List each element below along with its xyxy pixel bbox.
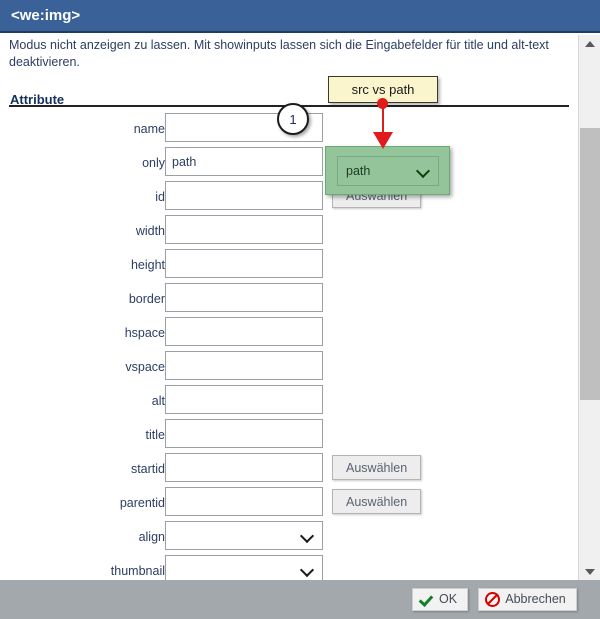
form-row: height — [0, 249, 578, 283]
form-row-label: border — [128, 292, 165, 306]
form-row-label: width — [135, 224, 165, 238]
form-row-input-border[interactable] — [165, 283, 323, 312]
form-row-label: vspace — [125, 360, 165, 374]
form-row: title — [0, 419, 578, 453]
form-row-input-hspace[interactable] — [165, 317, 323, 346]
form-row-label: alt — [151, 394, 165, 408]
form-row-label: align — [138, 530, 165, 544]
ok-button[interactable]: OK — [412, 588, 468, 611]
cancel-button-label: Abbrechen — [505, 592, 566, 606]
triangle-up-icon[interactable] — [579, 35, 600, 52]
chevron-down-icon — [301, 530, 314, 543]
form-row-label: height — [130, 258, 165, 272]
cancel-button[interactable]: Abbrechen — [478, 588, 577, 611]
dialog-window: <we:img> Modus nicht anzeigen zu lassen.… — [0, 0, 600, 619]
form-row: vspace — [0, 351, 578, 385]
chevron-down-icon — [301, 564, 314, 577]
scrollbar-thumb[interactable] — [580, 128, 600, 400]
form-row: hspace — [0, 317, 578, 351]
form-row-input-vspace[interactable] — [165, 351, 323, 380]
annotation-badge-1: 1 — [277, 103, 309, 135]
ban-icon — [485, 592, 500, 607]
dialog-title: <we:img> — [11, 7, 81, 24]
form-row-input-id[interactable] — [165, 181, 323, 210]
form-row-input-parentid[interactable] — [165, 487, 323, 516]
select-button-parentid[interactable]: Auswählen — [332, 489, 422, 514]
intro-text: Modus nicht anzeigen zu lassen. Mit show… — [9, 38, 549, 69]
attribute-form: nameonlyidAuswählenwidthheightborderhspa… — [0, 113, 578, 580]
chevron-down-icon — [417, 165, 430, 178]
highlighted-select-path[interactable]: path — [337, 156, 439, 186]
form-row-label: thumbnail — [110, 564, 165, 578]
dialog-footer: OK Abbrechen — [0, 580, 600, 619]
form-row: startid Auswählen — [0, 453, 578, 487]
form-row-input-only[interactable] — [165, 147, 323, 176]
form-row-input-startid[interactable] — [165, 453, 323, 482]
highlighted-select-value: path — [346, 164, 371, 178]
form-row-label: id — [155, 190, 165, 204]
form-row: only — [0, 147, 578, 181]
form-row-select-thumbnail[interactable] — [165, 555, 323, 580]
form-row-input-alt[interactable] — [165, 385, 323, 414]
form-row: border — [0, 283, 578, 317]
form-row-input-title[interactable] — [165, 419, 323, 448]
annotation-arrow-dot — [377, 98, 388, 109]
form-row-label: hspace — [124, 326, 165, 340]
form-row-input-height[interactable] — [165, 249, 323, 278]
form-row-label: startid — [130, 462, 165, 476]
form-row-label: parentid — [119, 496, 165, 510]
form-row: parentid Auswählen — [0, 487, 578, 521]
form-row: id Auswählen — [0, 181, 578, 215]
form-row-label: title — [145, 428, 165, 442]
vertical-scrollbar[interactable] — [578, 35, 600, 580]
form-row-input-width[interactable] — [165, 215, 323, 244]
form-row-label: only — [142, 156, 165, 170]
form-row: thumbnail — [0, 555, 578, 580]
form-row: alt — [0, 385, 578, 419]
section-title: Attribute — [10, 92, 65, 107]
ok-button-label: OK — [439, 592, 458, 606]
dialog-titlebar: <we:img> — [0, 0, 600, 33]
annotation-highlight-box: path — [325, 146, 450, 195]
check-icon — [421, 594, 434, 605]
form-row: align — [0, 521, 578, 555]
form-row-select-align[interactable] — [165, 521, 323, 550]
form-row: width — [0, 215, 578, 249]
form-row-label: name — [133, 122, 165, 136]
annotation-arrow-head — [373, 132, 393, 149]
triangle-down-icon[interactable] — [579, 563, 600, 580]
select-button-startid[interactable]: Auswählen — [332, 455, 422, 480]
